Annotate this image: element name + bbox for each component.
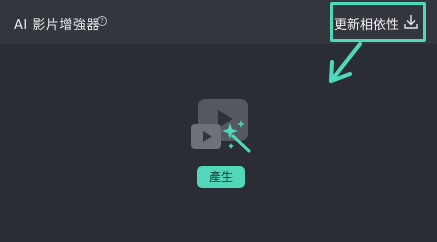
video-magic-wand-icon xyxy=(191,99,251,153)
question-circle-icon[interactable]: ? xyxy=(97,16,107,26)
app-window: AI 影片增強器 ? 更新相依性 產生 xyxy=(0,0,437,242)
update-dependencies-button[interactable]: 更新相依性 xyxy=(334,14,399,33)
header-bar: AI 影片增強器 ? 更新相依性 xyxy=(0,0,437,44)
page-title: AI 影片增強器 xyxy=(14,18,100,33)
download-icon[interactable] xyxy=(404,14,418,29)
generate-button[interactable]: 產生 xyxy=(197,166,245,188)
